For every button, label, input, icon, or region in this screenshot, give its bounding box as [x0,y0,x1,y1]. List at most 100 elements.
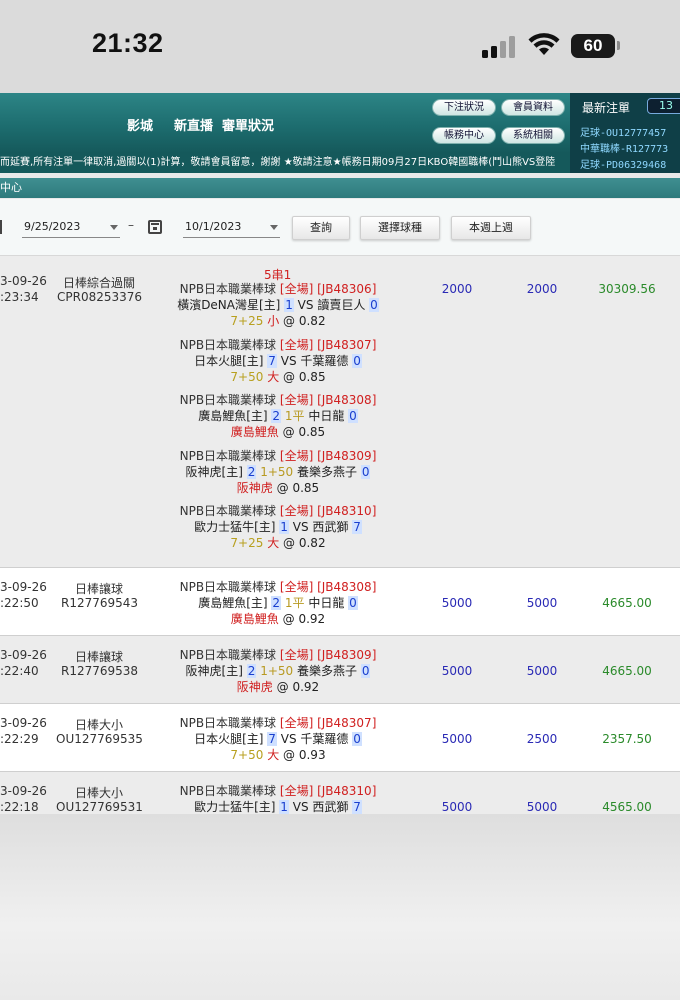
handicap: 7+25 [230,314,264,328]
chevron-down-icon [110,225,118,230]
bet-time: :22:18 [0,800,39,814]
bet-history-table: 3-09-26 :23:34 日棒綜合過關 CPR08253376 5串1 NP… [0,256,680,814]
result-amount: 4565.00 [602,800,652,814]
home-score: 7 [267,354,277,368]
stake-amount: 2000 [441,282,473,296]
latest-bets-title: 最新注單 [582,101,631,115]
versus: VS [280,354,297,368]
system-button[interactable]: 系統相關 [501,127,565,144]
bet-detail: NPB日本職業棒球 [全場] [JB48307] 日本火腿[主] 7 VS 千葉… [158,715,398,763]
league-name: NPB日本職業棒球 [179,449,277,463]
pick: 大 [267,370,280,384]
stake-amount: 5000 [441,664,473,678]
league-name: NPB日本職業棒球 [179,338,277,352]
wifi-icon [528,33,560,55]
valid-amount: 5000 [526,596,558,610]
bet-id: OU127769531 [56,800,143,814]
bet-detail: NPB日本職業棒球 [全場] [JB48307] 日本火腿[主] 7 VS 千葉… [158,337,398,385]
latest-bets-panel: 最新注單 13 足球-OU12777457 中華職棒-R127773 足球-PD… [570,93,680,173]
away-score: 0 [369,298,379,312]
date-filter-bar: 9/25/2023 – 10/1/2023 查詢 選擇球種 本週上週 [0,199,680,256]
away-score: 7 [352,520,362,534]
league-name: NPB日本職業棒球 [179,282,277,296]
table-row[interactable]: 3-09-26 :22:40 日棒讓球 R127769538 NPB日本職業棒球… [0,636,680,704]
stake-amount: 5000 [441,800,473,814]
chevron-down-icon [270,225,278,230]
away-team: 西武獅 [312,520,349,534]
bet-date: 3-09-26 [0,784,47,798]
bet-status-button[interactable]: 下注狀況 [432,99,496,116]
pick: 小 [267,314,280,328]
latest-bet-item[interactable]: 足球-OU12777457 [580,124,666,139]
bet-type: 日棒大小 [75,718,124,732]
bet-type: 日棒讓球 [75,582,124,596]
battery-icon: 60 [571,34,615,58]
table-row[interactable]: 3-09-26 :22:18 日棒大小 OU127769531 NPB日本職業棒… [0,772,680,814]
battery-cap [617,41,620,50]
account-center-button[interactable]: 帳務中心 [432,127,496,144]
end-date-select[interactable]: 10/1/2023 [183,218,280,238]
bet-detail: NPB日本職業棒球 [全場] [JB48306] 橫濱DeNA灣星[主] 1 V… [158,281,398,329]
market-code: [全場] [JB48310] [279,784,377,798]
home-team: 日本火腿[主] [194,354,264,368]
versus: VS [297,298,314,312]
pick: 阪神虎 [236,481,273,495]
market-code: [全場] [JB48310] [279,504,377,518]
away-team: 養樂多燕子 [296,664,357,678]
home-team: 阪神虎[主] [185,664,243,678]
bet-time: :22:29 [0,732,39,746]
odds: @ 0.92 [276,680,320,694]
away-score: 0 [360,465,371,479]
away-score: 0 [352,732,362,746]
calendar-icon[interactable] [148,220,162,234]
calendar-icon[interactable] [0,220,2,234]
pick: 大 [267,536,280,550]
result-amount: 2357.50 [602,732,652,746]
latest-bet-item[interactable]: 足球-PD06329468 [580,156,666,171]
bet-date: 3-09-26 [0,716,47,730]
league-name: NPB日本職業棒球 [179,648,277,662]
odds: @ 0.82 [283,536,326,550]
latest-bets-count: 13 [647,98,680,114]
versus: VS [292,520,309,534]
odds: @ 0.85 [276,481,320,495]
member-info-button[interactable]: 會員資料 [501,99,565,116]
select-sport-button[interactable]: 選擇球種 [360,216,440,240]
odds: @ 0.85 [283,370,326,384]
league-name: NPB日本職業棒球 [179,580,277,594]
bet-id: R127769538 [61,664,139,678]
stake-amount: 5000 [441,596,473,610]
home-score: 7 [267,732,277,746]
bet-type: 日棒綜合過關 [63,276,136,290]
versus: VS [280,732,297,746]
valid-amount: 5000 [526,800,558,814]
odds: @ 0.92 [282,612,326,626]
home-score: 2 [246,465,257,479]
bet-id: OU127769535 [56,732,143,746]
clock: 21:32 [92,28,164,58]
start-date-select[interactable]: 9/25/2023 [22,218,120,238]
odds: @ 0.85 [282,425,326,439]
away-team: 中日龍 [308,409,345,423]
bet-time: :23:34 [0,290,39,304]
table-row[interactable]: 3-09-26 :22:50 日棒讓球 R127769543 NPB日本職業棒球… [0,568,680,636]
bet-type: 日棒讓球 [75,650,124,664]
league-name: NPB日本職業棒球 [179,784,277,798]
query-button[interactable]: 查詢 [292,216,350,240]
nav-link-review-status[interactable]: 審單狀況 [222,115,274,134]
bet-id: R127769543 [61,596,139,610]
latest-bet-item[interactable]: 中華職棒-R127773 [580,140,668,155]
home-score: 2 [271,596,282,610]
handicap: 7+50 [230,370,264,384]
nav-link-cinema[interactable]: 影城 [127,115,153,134]
result-amount: 4665.00 [602,664,652,678]
table-row[interactable]: 3-09-26 :22:29 日棒大小 OU127769535 NPB日本職業棒… [0,704,680,772]
market-code: [全場] [JB48307] [279,716,377,730]
market-code: [全場] [JB48308] [279,393,377,407]
market-code: [全場] [JB48309] [279,449,377,463]
table-row[interactable]: 3-09-26 :23:34 日棒綜合過關 CPR08253376 5串1 NP… [0,256,680,568]
nav-link-live[interactable]: 新直播 [174,115,213,134]
pick: 廣島鯉魚 [230,612,279,626]
bet-detail: NPB日本職業棒球 [全場] [JB48310] 歐力士猛牛[主] 1 VS 西… [158,503,398,551]
this-last-week-button[interactable]: 本週上週 [451,216,531,240]
